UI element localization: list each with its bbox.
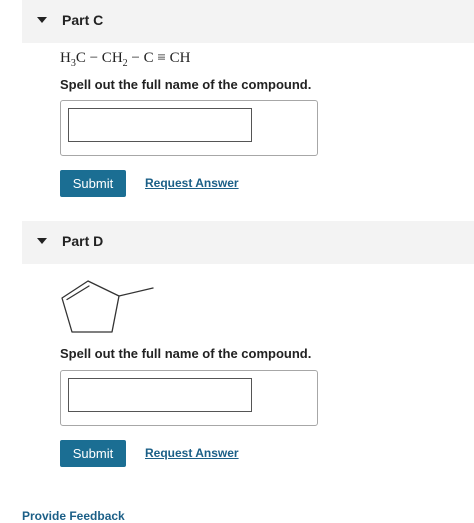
part-d-title: Part D	[62, 233, 104, 249]
part-c-formula: H3C − CH2 − C ≡ CH	[60, 50, 191, 69]
part-d-answer-input[interactable]	[68, 378, 252, 412]
part-c-submit-button[interactable]: Submit	[60, 170, 126, 197]
methyl-bond	[118, 287, 154, 297]
provide-feedback-link[interactable]: Provide Feedback	[22, 509, 125, 523]
part-d-request-answer-link[interactable]: Request Answer	[145, 446, 239, 460]
part-c-header[interactable]: Part C	[22, 0, 474, 43]
part-c-request-answer-link[interactable]: Request Answer	[145, 176, 239, 190]
part-c-title: Part C	[62, 12, 104, 28]
part-d-submit-button[interactable]: Submit	[60, 440, 126, 467]
cyclopentane-ring	[61, 280, 120, 333]
caret-down-icon[interactable]	[37, 238, 47, 244]
part-d-prompt: Spell out the full name of the compound.	[60, 346, 312, 361]
part-c-answer-box	[60, 100, 318, 156]
part-c-answer-input[interactable]	[68, 108, 252, 142]
part-d-header[interactable]: Part D	[22, 221, 474, 264]
caret-down-icon[interactable]	[37, 17, 47, 23]
part-c-prompt: Spell out the full name of the compound.	[60, 77, 312, 92]
methylcyclopentene-structure	[61, 280, 154, 333]
part-d-answer-box	[60, 370, 318, 426]
